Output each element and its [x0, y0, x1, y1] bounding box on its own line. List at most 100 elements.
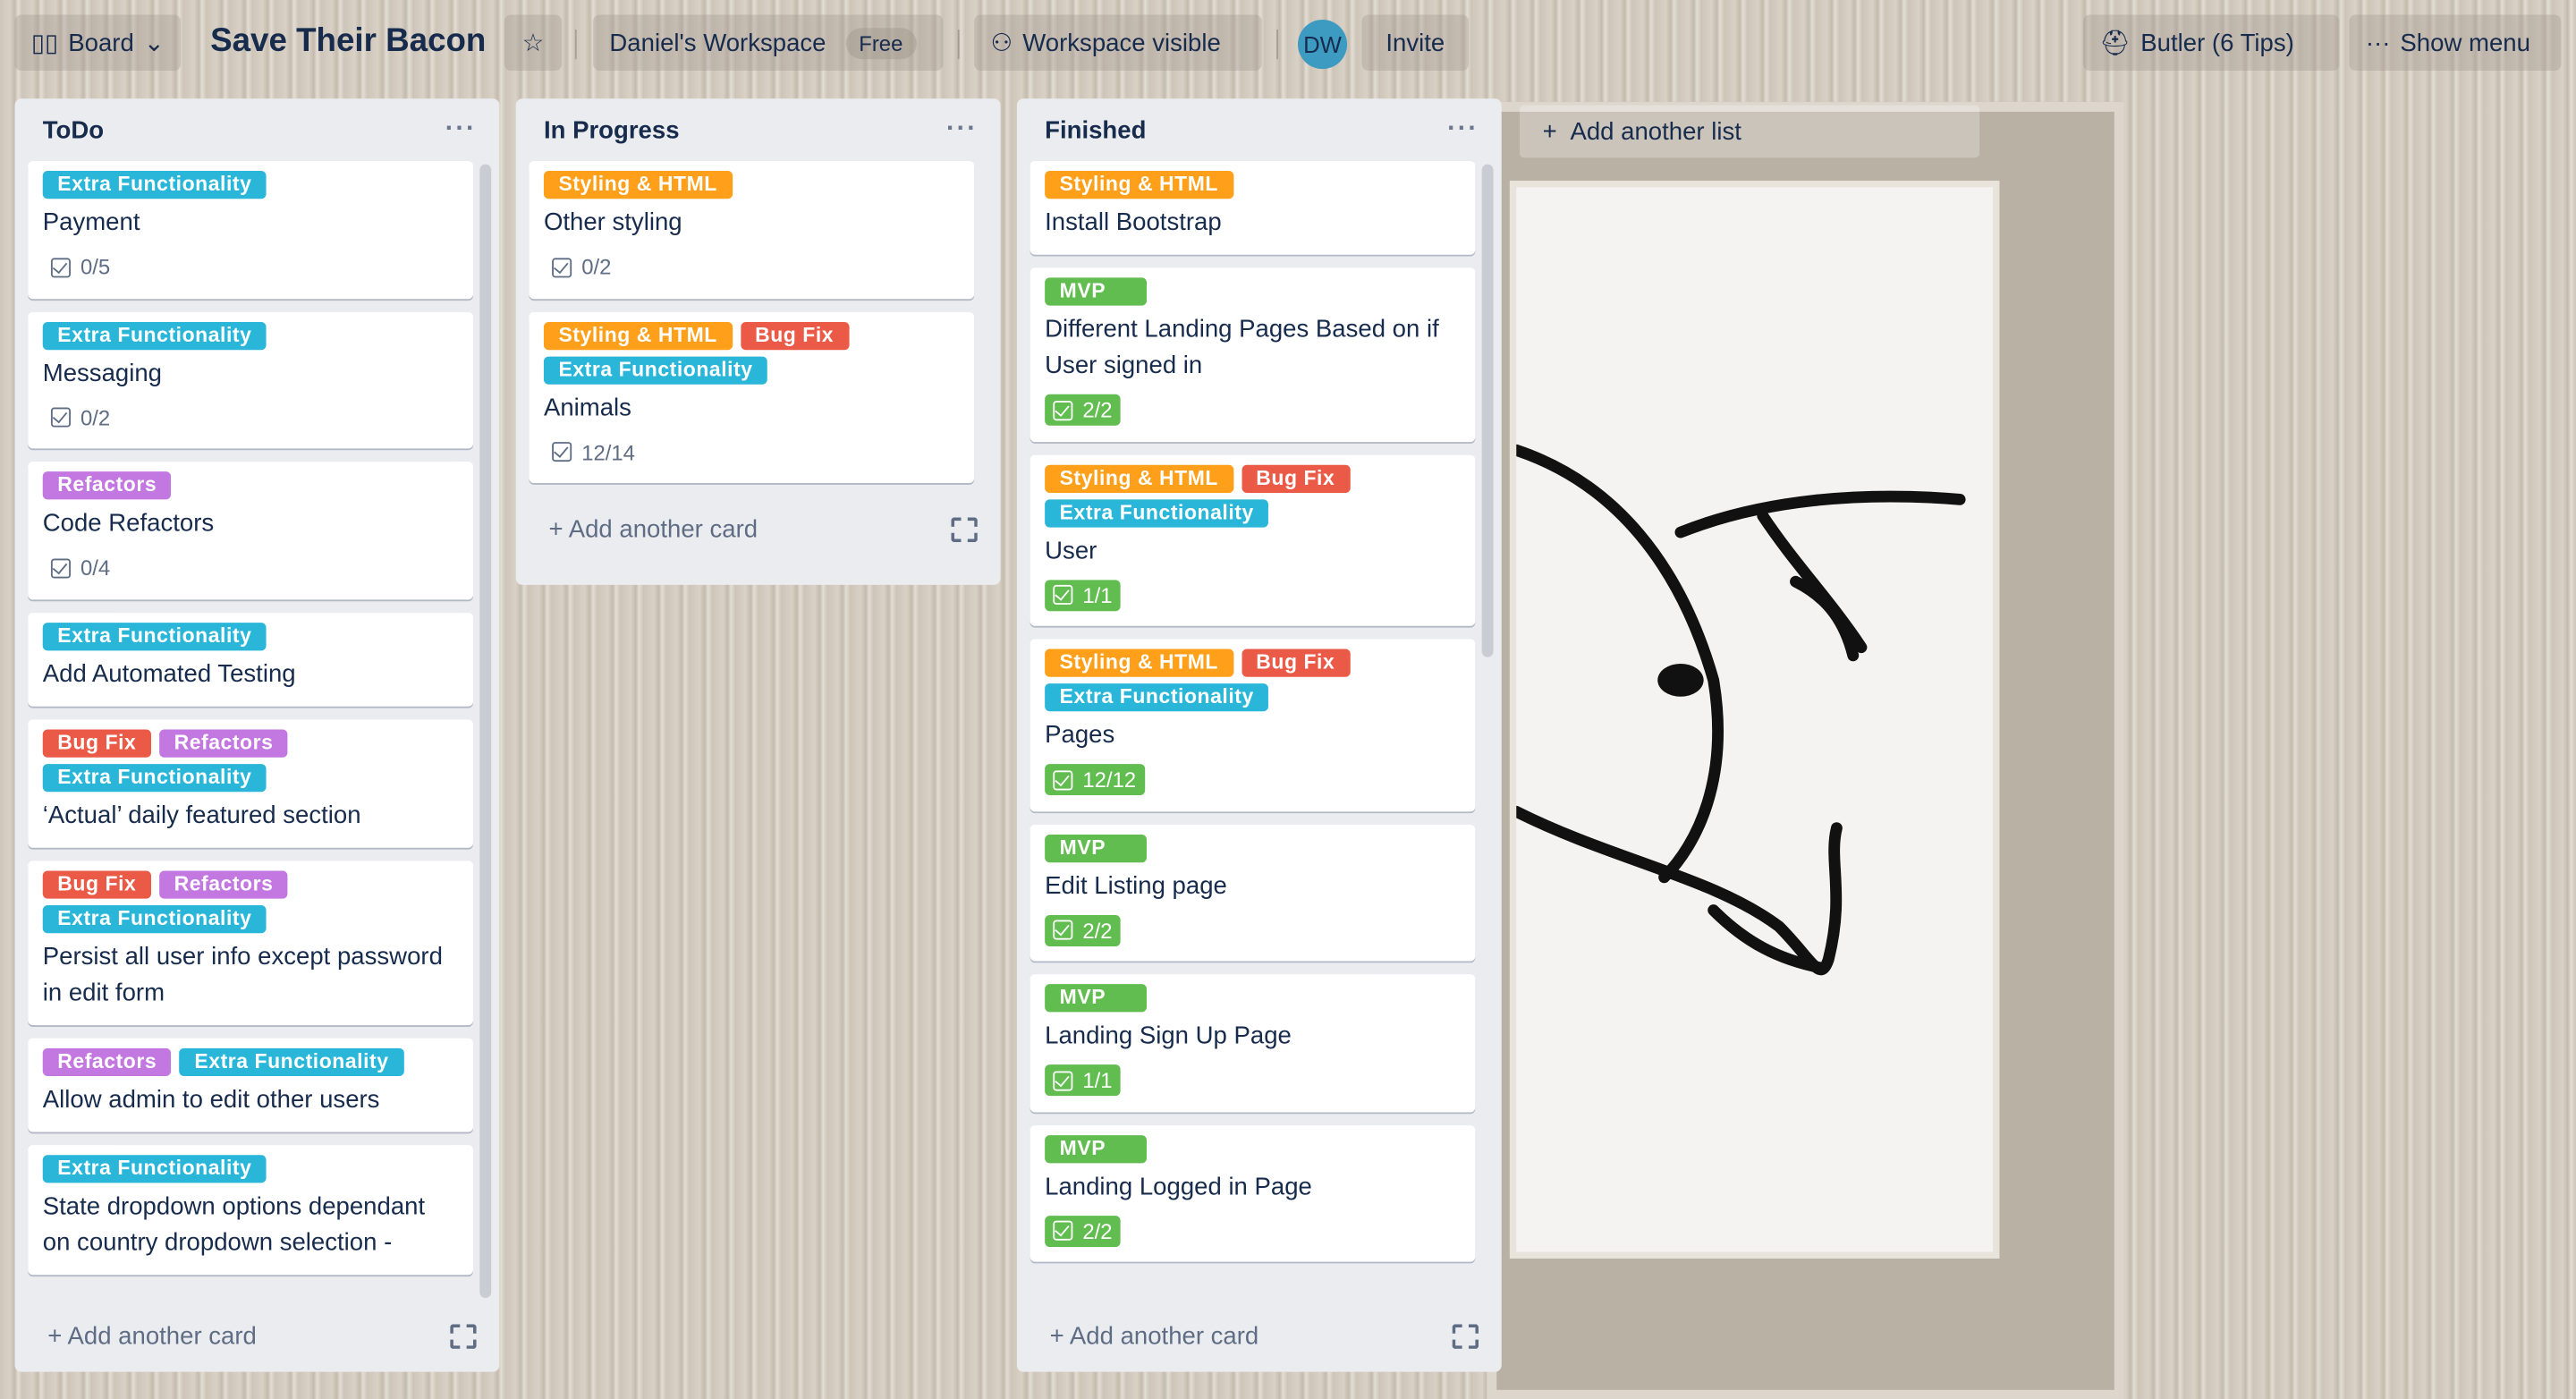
card-label[interactable]: Refactors — [42, 471, 172, 500]
avatar[interactable]: DW — [1297, 20, 1348, 70]
list-title[interactable]: Finished — [1045, 115, 1146, 143]
card-label[interactable]: Extra Functionality — [543, 355, 768, 384]
card-label[interactable]: Refactors — [42, 1047, 172, 1076]
card-label[interactable]: Styling & HTML — [543, 171, 733, 199]
card-label[interactable]: Bug Fix — [42, 869, 151, 898]
checklist-count: 1/1 — [1082, 582, 1113, 607]
card-title: Animals — [543, 393, 631, 422]
list-menu-icon[interactable]: ··· — [946, 115, 978, 145]
card-label[interactable]: Extra Functionality — [42, 904, 267, 933]
card-label[interactable]: Bug Fix — [1241, 649, 1350, 677]
checklist-count: 2/2 — [1082, 917, 1113, 943]
checklist-count: 2/2 — [1082, 397, 1113, 423]
add-card-button[interactable]: + Add another card — [15, 1303, 500, 1369]
checklist-badge: 12/12 — [1045, 764, 1145, 795]
card[interactable]: Styling & HTML Install Bootstrap — [1030, 160, 1476, 255]
card-template-icon[interactable] — [1452, 1323, 1479, 1349]
card-label[interactable]: MVP — [1045, 984, 1148, 1013]
card-label[interactable]: Styling & HTML — [1045, 463, 1233, 493]
card-label[interactable]: Bug Fix — [740, 321, 849, 350]
card-title: Payment — [42, 208, 140, 237]
visibility-button[interactable]: ⚇ Workspace visible — [974, 14, 1262, 71]
board-title[interactable]: Save Their Bacon — [210, 23, 486, 61]
checklist-count: 0/2 — [80, 404, 111, 430]
card-labels: Extra Functionality — [42, 622, 459, 650]
card[interactable]: MVP Edit Listing page 2/2 — [1030, 824, 1476, 962]
card-label[interactable]: Extra Functionality — [42, 763, 267, 792]
card[interactable]: Styling & HTML Bug Fix Extra Functionality… — [1030, 639, 1476, 811]
card-label[interactable]: Styling & HTML — [1045, 171, 1233, 199]
board-view-label: Board — [68, 29, 134, 57]
board-header: ▯▯ Board ⌄ Save Their Bacon ☆ Daniel's Wor… — [0, 0, 2576, 89]
card-label[interactable]: MVP — [1045, 834, 1148, 862]
checkbox-icon — [552, 257, 572, 277]
card-template-icon[interactable] — [951, 516, 978, 542]
card-title: State dropdown options dependant on coun… — [42, 1191, 426, 1257]
card-labels: Bug Fix Refactors Extra Functionality — [42, 728, 459, 792]
checklist-count: 12/14 — [581, 439, 635, 464]
butler-button[interactable]: ⛑ Butler (6 Tips) — [2082, 14, 2340, 71]
star-button[interactable]: ☆ — [504, 14, 563, 71]
list-menu-icon[interactable]: ··· — [1447, 115, 1479, 145]
list-title[interactable]: In Progress — [544, 115, 680, 143]
card[interactable]: Bug Fix Refactors Extra Functionality Persi… — [28, 860, 473, 1025]
card-label[interactable]: Styling & HTML — [543, 321, 733, 350]
card[interactable]: Extra Functionality Add Automated Testing — [28, 612, 473, 706]
card-label[interactable]: Refactors — [159, 728, 288, 757]
card[interactable]: MVP Landing Sign Up Page 1/1 — [1030, 974, 1476, 1112]
card-label[interactable]: Extra Functionality — [1045, 498, 1269, 527]
board-icon: ▯▯ — [30, 30, 59, 58]
card[interactable]: MVP Different Landing Pages Based on if U… — [1030, 267, 1476, 442]
card-labels: Styling & HTML Bug Fix Extra Functionality — [1045, 649, 1461, 712]
workspace-button[interactable]: Daniel's Workspace Free — [593, 14, 944, 71]
card-title: ‘Actual’ daily featured section — [42, 801, 361, 829]
background-window — [1487, 101, 2124, 1399]
checkbox-icon — [1053, 584, 1073, 605]
card-label[interactable]: Extra Functionality — [179, 1047, 404, 1076]
show-menu-button[interactable]: ··· Show menu — [2349, 14, 2562, 71]
checklist-badge: 0/2 — [43, 402, 119, 433]
card-label[interactable]: MVP — [1045, 277, 1148, 306]
board-view-switcher[interactable]: ▯▯ Board ⌄ — [14, 14, 182, 71]
list-title[interactable]: ToDo — [43, 115, 104, 143]
list-menu-icon[interactable]: ··· — [445, 115, 477, 145]
card[interactable]: Extra Functionality State dropdown option… — [28, 1144, 473, 1275]
list-scrollbar[interactable] — [1481, 164, 1494, 657]
add-card-button[interactable]: + Add another card — [1017, 1303, 1502, 1369]
card-label[interactable]: Extra Functionality — [42, 171, 267, 199]
list-scrollbar[interactable] — [479, 164, 492, 1298]
card-container: Styling & HTML Other styling 0/2 Styling & … — [516, 160, 1001, 496]
add-list-button[interactable]: + Add another list — [1519, 105, 1980, 158]
card-label[interactable]: Extra Functionality — [42, 1154, 267, 1183]
card-labels: Extra Functionality — [42, 171, 459, 199]
list-todo: ToDo ··· Extra Functionality Payment 0/5 Extr… — [14, 98, 500, 1372]
card[interactable]: Bug Fix Refactors Extra Functionality ‘Actu… — [28, 718, 473, 847]
invite-button[interactable]: Invite — [1361, 14, 1470, 71]
card-template-icon[interactable] — [450, 1323, 477, 1349]
card-label[interactable]: Extra Functionality — [42, 321, 267, 350]
card[interactable]: Styling & HTML Other styling 0/2 — [529, 160, 975, 299]
card[interactable]: Styling & HTML Bug Fix Extra Functionality… — [1030, 454, 1476, 626]
plus-icon: + — [1049, 1321, 1070, 1350]
card-label[interactable]: Refactors — [159, 869, 288, 898]
checkbox-icon — [50, 407, 71, 428]
card-label[interactable]: Styling & HTML — [1045, 649, 1233, 677]
plus-icon: + — [47, 1321, 68, 1350]
card[interactable]: Refactors Code Refactors 0/4 — [28, 462, 473, 599]
butler-icon: ⛑ — [2099, 30, 2131, 58]
list-header: Finished ··· — [1017, 98, 1502, 161]
card[interactable]: Extra Functionality Messaging 0/2 — [28, 311, 473, 449]
card[interactable]: Extra Functionality Payment 0/5 — [28, 160, 473, 299]
card-label[interactable]: Extra Functionality — [1045, 683, 1269, 712]
card-label[interactable]: Bug Fix — [1241, 463, 1350, 493]
card-labels: MVP — [1045, 1134, 1461, 1163]
card[interactable]: MVP Landing Logged in Page 2/2 — [1030, 1124, 1476, 1262]
checklist-count: 0/5 — [80, 254, 111, 280]
card-label[interactable]: Bug Fix — [42, 728, 151, 757]
card-label[interactable]: Extra Functionality — [42, 622, 267, 650]
card-label[interactable]: MVP — [1045, 1134, 1148, 1163]
checkbox-icon — [1053, 1070, 1073, 1090]
add-card-button[interactable]: + Add another card — [516, 496, 1001, 562]
card[interactable]: Styling & HTML Bug Fix Extra Functionality… — [529, 311, 975, 483]
card[interactable]: Refactors Extra Functionality Allow admin … — [28, 1037, 473, 1132]
